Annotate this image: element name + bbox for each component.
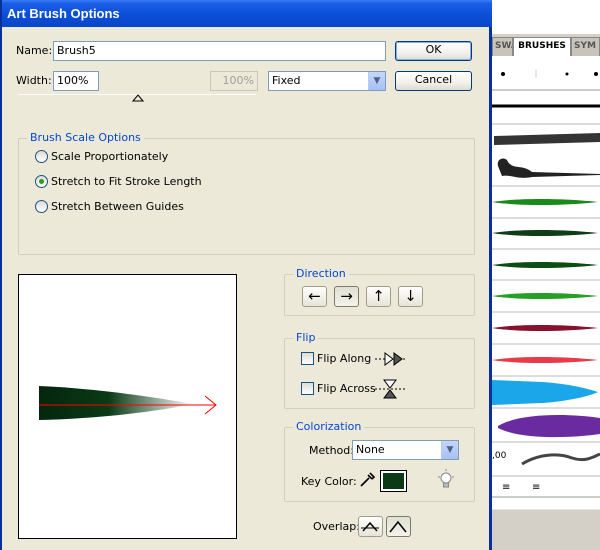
width-slider-handle[interactable]	[132, 94, 144, 102]
radio-scale-proportionately[interactable]	[35, 150, 48, 163]
stretch-between-guides-label[interactable]: Stretch Between Guides	[51, 200, 184, 213]
name-input[interactable]: Brush5	[53, 41, 386, 61]
brushes-panel: SWA BRUSHES SYM ≡ ≡	[492, 34, 600, 550]
radio-stretch-to-fit[interactable]	[35, 175, 48, 188]
brush-preview-canvas	[39, 386, 217, 420]
method-select[interactable]: None ▼	[352, 440, 459, 460]
brush-wave	[521, 452, 600, 466]
key-color-swatch[interactable]	[380, 470, 407, 492]
overlap-adjust-button[interactable]	[358, 516, 383, 537]
width-label: Width:	[16, 74, 52, 87]
brush-green-dark	[492, 230, 598, 236]
tool-icon-1: ≡	[502, 482, 510, 493]
panel-readout: ,00	[492, 451, 507, 461]
brush-list[interactable]: ≡ ≡	[492, 34, 600, 550]
direction-left-button[interactable]: ←	[302, 286, 327, 307]
arrow-down-icon: ↓	[404, 287, 417, 305]
brush-dot-3	[565, 72, 569, 76]
method-value: None	[356, 443, 385, 456]
preview-stroke	[39, 386, 194, 420]
tool-icon-2: ≡	[532, 482, 540, 493]
direction-title: Direction	[293, 267, 349, 280]
flip-along-checkbox[interactable]	[301, 352, 314, 365]
brush-preview	[18, 274, 237, 539]
flip-title: Flip	[293, 331, 319, 344]
name-label: Name:	[16, 44, 53, 57]
brush-dot-4	[594, 72, 598, 76]
tips-lightbulb-icon[interactable]	[436, 469, 456, 491]
brush-ornate	[497, 158, 600, 178]
direction-up-button[interactable]: ↑	[366, 286, 391, 307]
brush-red	[492, 357, 598, 363]
flip-across-icon	[375, 379, 405, 399]
colorization-title: Colorization	[293, 420, 365, 433]
brush-dot-1	[501, 72, 505, 76]
brush-purple-fat	[498, 415, 600, 438]
overlap-label: Overlap:	[313, 520, 360, 533]
brush-charcoal	[494, 133, 600, 145]
arrow-right-icon: →	[340, 287, 353, 305]
overlap-none-icon	[389, 520, 407, 533]
key-color-label: Key Color:	[301, 475, 357, 488]
arrow-up-icon: ↑	[372, 287, 385, 305]
cancel-button[interactable]: Cancel	[395, 71, 472, 91]
chevron-down-icon[interactable]: ▼	[441, 441, 458, 459]
direction-right-button[interactable]: →	[334, 286, 359, 307]
brush-green-bright	[492, 293, 598, 299]
overlap-none-button[interactable]	[386, 516, 411, 537]
flip-across-label[interactable]: Flip Across	[317, 382, 376, 395]
key-color-fill	[383, 473, 404, 489]
brush-scale-options-title: Brush Scale Options	[27, 131, 144, 144]
brush-green-light	[492, 199, 598, 205]
width-mode-value: Fixed	[272, 74, 301, 87]
ok-button[interactable]: OK	[395, 41, 472, 61]
scale-proportionately-label[interactable]: Scale Proportionately	[51, 150, 168, 163]
brush-blue-fat	[492, 380, 598, 405]
chevron-down-icon[interactable]: ▼	[368, 72, 385, 90]
flip-along-label[interactable]: Flip Along	[317, 352, 371, 365]
arrow-left-icon: ←	[308, 287, 321, 305]
panel-footer	[492, 510, 600, 550]
brush-crimson	[492, 325, 598, 331]
width-variation-input: 100%	[210, 71, 258, 91]
direction-down-button[interactable]: ↓	[398, 286, 423, 307]
width-mode-select[interactable]: Fixed ▼	[268, 71, 386, 91]
title-bar[interactable]: Art Brush Options	[2, 0, 492, 27]
overlap-adjust-icon	[361, 521, 379, 532]
flip-across-checkbox[interactable]	[301, 382, 314, 395]
eyedropper-icon[interactable]	[358, 471, 376, 489]
method-label: Method:	[309, 444, 354, 457]
radio-stretch-between-guides[interactable]	[35, 200, 48, 213]
brush-green-deep	[492, 262, 598, 268]
stretch-to-fit-label[interactable]: Stretch to Fit Stroke Length	[51, 175, 202, 188]
width-input[interactable]: 100%	[53, 71, 99, 91]
flip-along-icon	[375, 352, 405, 366]
art-brush-options-dialog: Art Brush Options Name: Brush5 OK Width:…	[0, 0, 492, 550]
